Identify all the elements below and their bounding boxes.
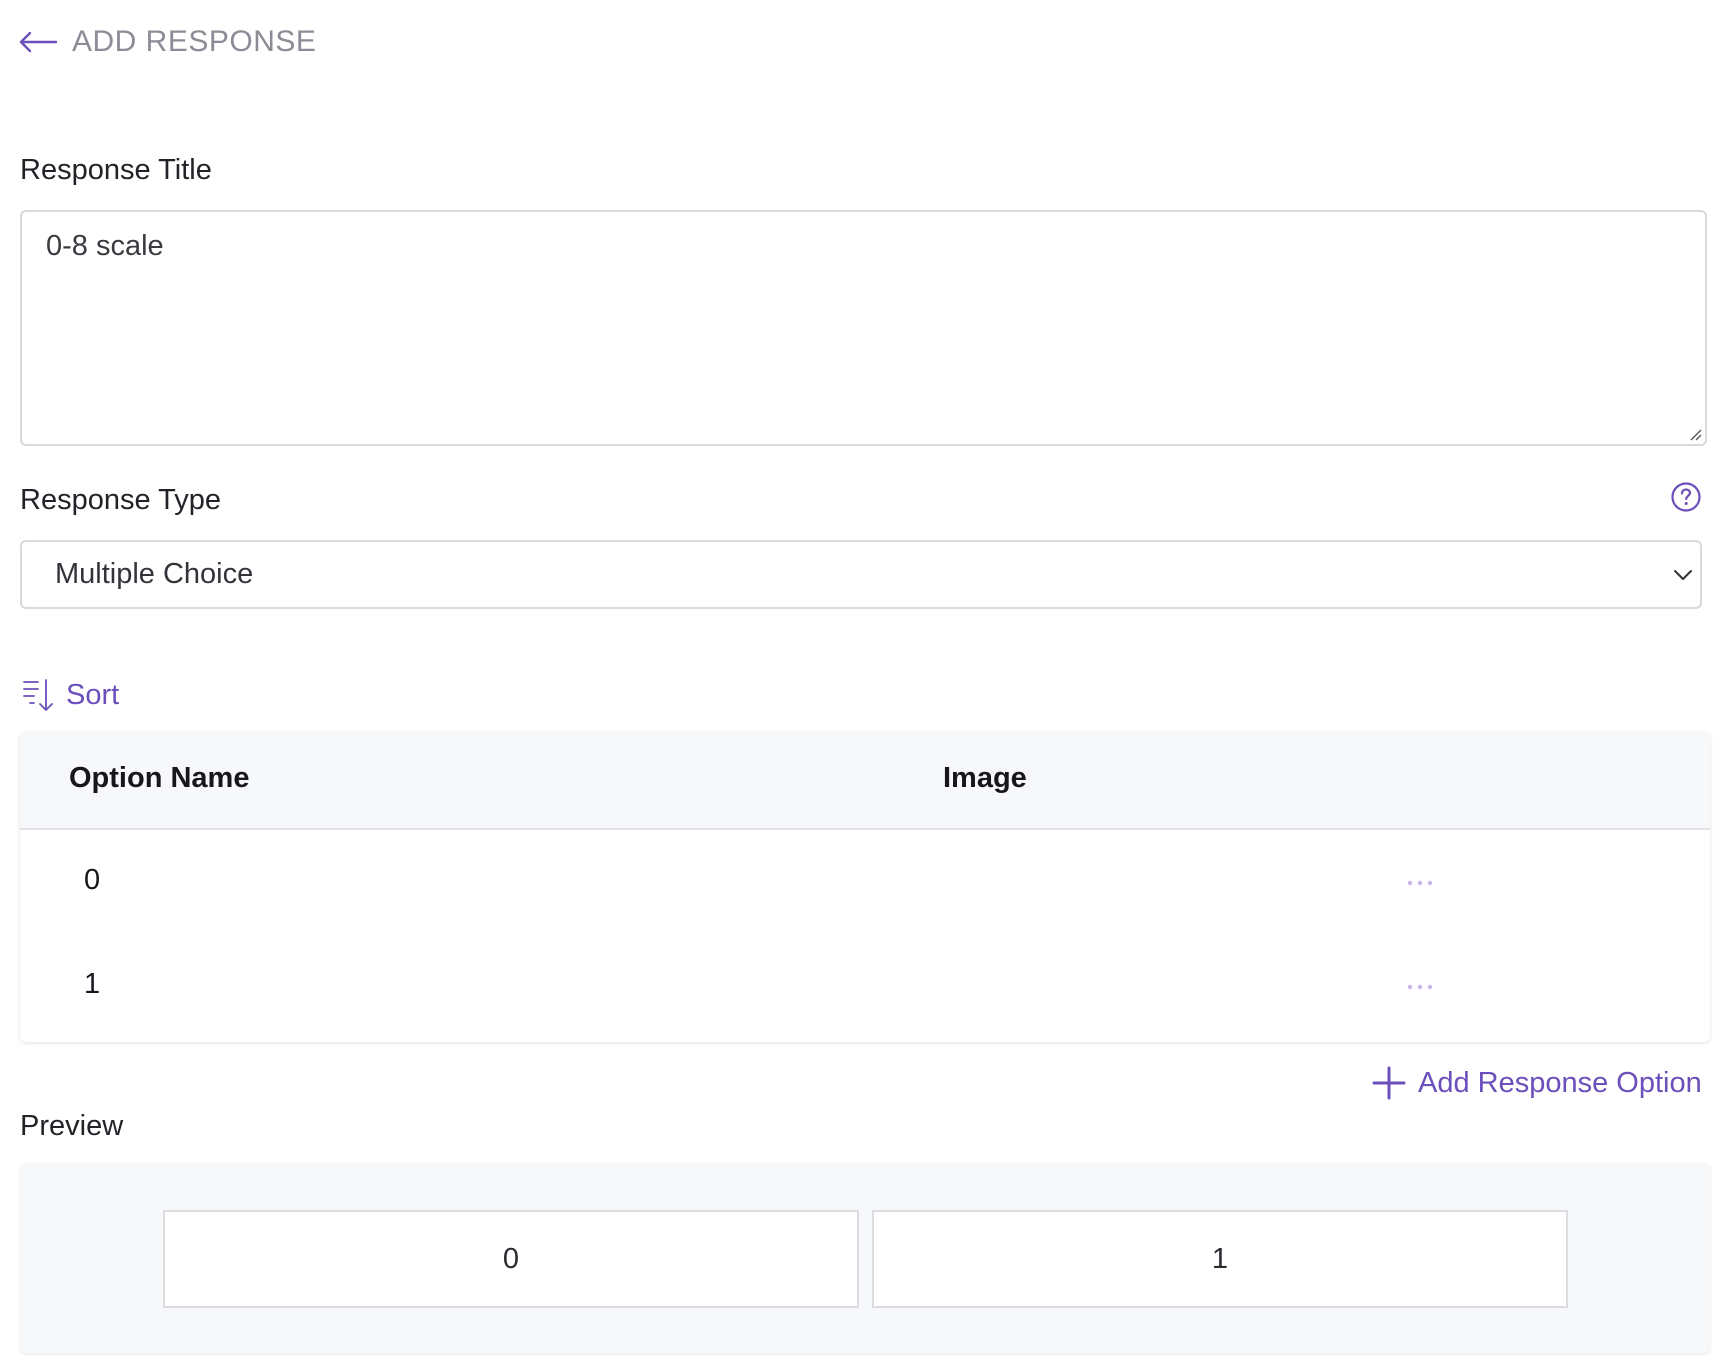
options-table: Option Name Image 0 1 — [20, 732, 1710, 1042]
sort-descending-icon — [23, 679, 53, 711]
more-horizontal-icon[interactable] — [1405, 868, 1435, 898]
resize-grip-icon[interactable] — [1688, 427, 1702, 441]
response-type-select[interactable]: Multiple Choice — [20, 540, 1702, 609]
table-header: Option Name Image — [20, 732, 1710, 830]
plus-icon — [1372, 1066, 1406, 1100]
sort-label: Sort — [66, 678, 120, 711]
question-circle-icon[interactable] — [1670, 481, 1702, 513]
response-title-label: Response Title — [20, 154, 212, 186]
option-name-cell: 0 — [84, 864, 101, 896]
add-response-option-button[interactable]: Add Response Option — [1372, 1066, 1702, 1100]
response-title-textarea[interactable]: 0-8 scale — [20, 210, 1707, 446]
response-type-value: Multiple Choice — [55, 558, 254, 590]
add-response-option-label: Add Response Option — [1418, 1066, 1702, 1099]
preview-option[interactable]: 0 — [163, 1210, 859, 1308]
page-title: ADD RESPONSE — [72, 25, 317, 58]
chevron-down-icon — [1674, 570, 1692, 580]
sort-button[interactable]: Sort — [20, 676, 119, 714]
more-horizontal-icon[interactable] — [1405, 972, 1435, 1002]
table-row: 0 — [20, 830, 1710, 934]
table-row: 1 — [20, 934, 1710, 1038]
option-name-cell: 1 — [84, 968, 101, 1000]
preview-panel: 0 1 — [20, 1163, 1710, 1353]
preview-label: Preview — [20, 1110, 124, 1142]
response-title-value: 0-8 scale — [46, 230, 164, 262]
preview-option[interactable]: 1 — [872, 1210, 1568, 1308]
column-header-option-name: Option Name — [69, 762, 250, 794]
page-header: ADD RESPONSE — [18, 20, 316, 64]
column-header-image: Image — [943, 762, 1027, 794]
arrow-left-icon[interactable] — [18, 30, 58, 54]
response-type-label: Response Type — [20, 484, 221, 516]
